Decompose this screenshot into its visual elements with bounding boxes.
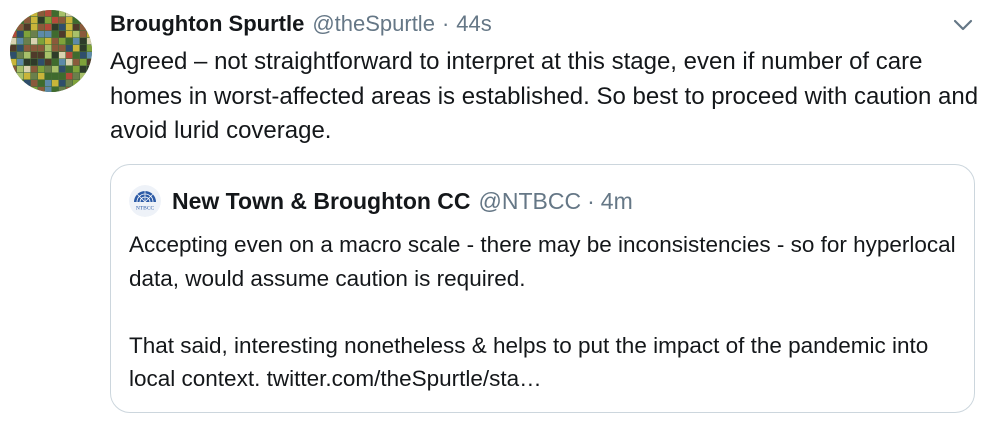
tweet-text: Agreed – not straightforward to interpre… xyxy=(110,48,979,144)
quoted-paragraph-2: That said, interesting nonetheless & hel… xyxy=(129,332,929,392)
author-avatar[interactable] xyxy=(10,10,92,92)
quoted-author-name: New Town & Broughton CC xyxy=(172,187,471,214)
tweet[interactable]: Broughton Spurtle @theSpurtle · 44s Agre… xyxy=(0,0,992,428)
ntbcc-logo-icon: NTBCC xyxy=(129,185,161,217)
mosaic-avatar-image xyxy=(10,10,92,92)
quoted-tweet-header: NTBCC New Town & Broughton CC @NTBCC · 4… xyxy=(129,185,633,217)
quoted-paragraph-1: Accepting even on a macro scale - there … xyxy=(129,232,956,291)
quoted-header-separator: · xyxy=(587,187,595,214)
tweet-timestamp[interactable]: 44s xyxy=(456,10,491,38)
author-name[interactable]: Broughton Spurtle xyxy=(110,10,304,38)
tweet-menu-button[interactable] xyxy=(950,14,976,36)
tweet-header: Broughton Spurtle @theSpurtle · 44s xyxy=(110,10,492,38)
quoted-tweet[interactable]: NTBCC New Town & Broughton CC @NTBCC · 4… xyxy=(110,164,975,413)
quoted-tweet-text: Accepting even on a macro scale - there … xyxy=(129,228,964,396)
author-handle[interactable]: @theSpurtle xyxy=(312,10,435,38)
ntbcc-logo-text: NTBCC xyxy=(136,206,155,212)
chevron-down-icon xyxy=(953,19,973,31)
header-separator: · xyxy=(441,11,450,36)
quoted-author-avatar: NTBCC xyxy=(129,185,161,217)
quoted-timestamp: 4m xyxy=(600,187,633,214)
quoted-author-handle: @NTBCC xyxy=(478,187,582,214)
